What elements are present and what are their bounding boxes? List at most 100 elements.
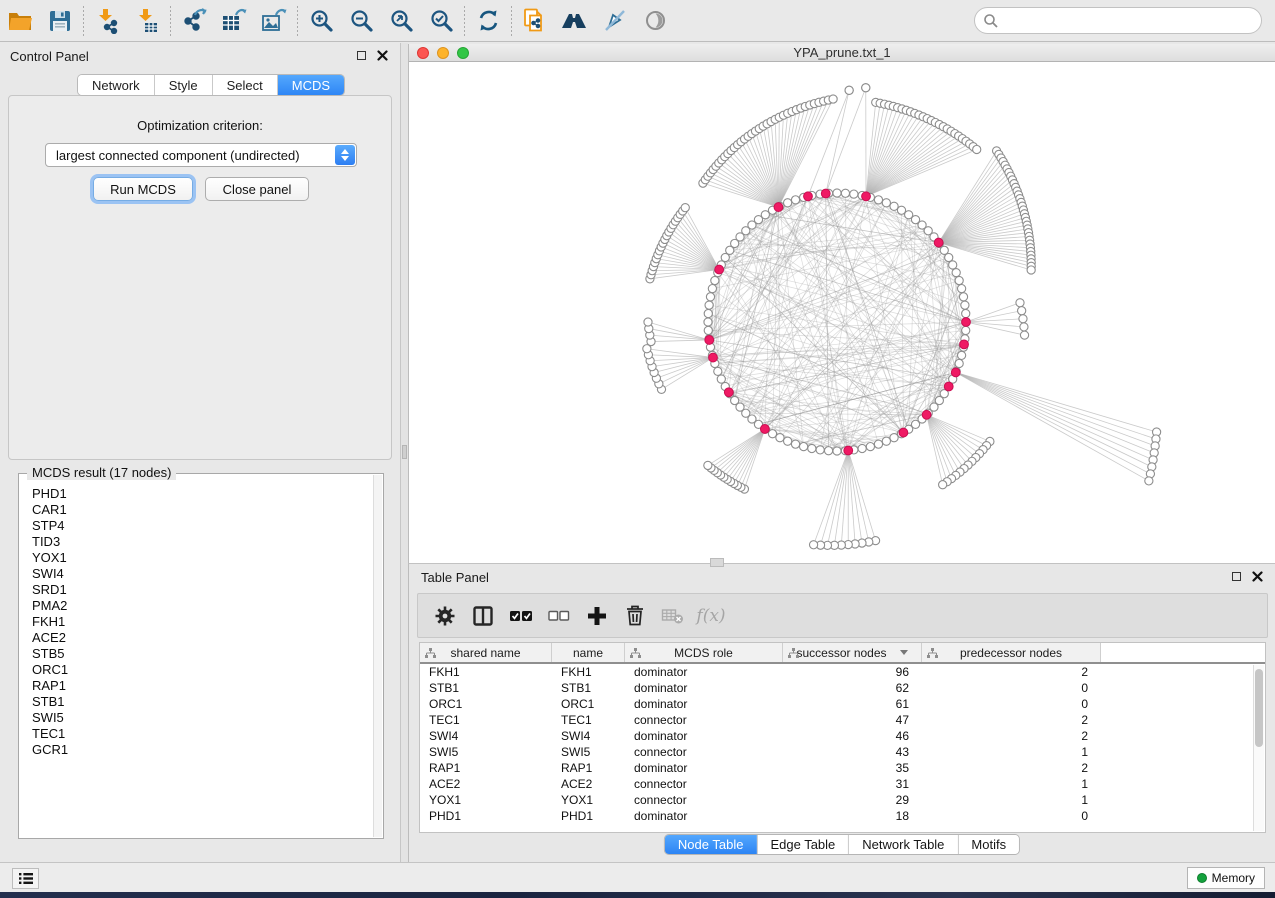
network-canvas[interactable] [409,62,1274,562]
mcds-list-scrollbar[interactable] [373,475,382,837]
table-row[interactable]: TEC1TEC1connector472 [420,712,1265,728]
mcds-result-item[interactable]: SWI4 [32,566,373,582]
close-panel-icon[interactable] [377,50,388,61]
checked-boxes-icon [509,609,533,623]
deselect-all-button[interactable] [540,597,578,635]
export-network-button[interactable] [174,3,214,39]
show-log-button[interactable] [12,868,39,889]
memory-label: Memory [1212,871,1255,885]
clone-network-button[interactable] [515,3,555,39]
mcds-result-item[interactable]: RAP1 [32,678,373,694]
network-window-titlebar[interactable]: YPA_prune.txt_1 [409,44,1275,62]
table-row[interactable]: RAP1RAP1dominator352 [420,760,1265,776]
table-row[interactable]: FKH1FKH1dominator962 [420,664,1265,680]
column-header-shared-name[interactable]: shared name [420,643,552,662]
tab-style[interactable]: Style [155,75,213,95]
column-header-MCDS-role[interactable]: MCDS role [625,643,783,662]
column-header-name[interactable]: name [552,643,625,662]
zoom-in-icon [309,8,334,33]
mcds-result-item[interactable]: PHD1 [32,486,373,502]
show-columns-button[interactable] [464,597,502,635]
control-panel-title: Control Panel [10,49,89,64]
mcds-result-item[interactable]: TEC1 [32,726,373,742]
splitter-grip[interactable] [402,445,407,459]
import-network-button[interactable] [87,3,127,39]
mcds-result-item[interactable]: FKH1 [32,614,373,630]
horizontal-splitter-grip[interactable] [710,558,724,567]
tab-node-table[interactable]: Node Table [665,835,758,854]
mcds-result-item[interactable]: STP4 [32,518,373,534]
table-cell: TEC1 [420,712,552,728]
mcds-result-item[interactable]: SWI5 [32,710,373,726]
list-icon [18,872,34,885]
toolbar-separator [297,6,298,36]
window-zoom-icon[interactable] [457,47,469,59]
hide-graphics-button[interactable] [595,3,635,39]
table-row[interactable]: SWI5SWI5connector431 [420,744,1265,760]
zoom-out-button[interactable] [341,3,381,39]
run-mcds-button[interactable]: Run MCDS [93,177,193,201]
criterion-select[interactable]: largest connected component (undirected) [45,143,357,167]
save-session-button[interactable] [40,3,80,39]
mcds-result-item[interactable]: GCR1 [32,742,373,758]
find-button[interactable] [555,3,595,39]
table-row[interactable]: STB1STB1dominator620 [420,680,1265,696]
table-row[interactable]: ORC1ORC1dominator610 [420,696,1265,712]
vertical-splitter[interactable] [401,43,408,862]
tab-network-table[interactable]: Network Table [849,835,958,854]
tab-network[interactable]: Network [78,75,155,95]
show-graphics-button[interactable] [635,3,675,39]
criterion-value: largest connected component (undirected) [56,148,300,163]
create-column-button[interactable] [578,597,616,635]
tree-icon [630,648,641,659]
export-table-button[interactable] [214,3,254,39]
apply-layout-button[interactable] [468,3,508,39]
tab-select[interactable]: Select [213,75,278,95]
search-input[interactable] [999,11,1261,31]
mcds-result-item[interactable]: STB1 [32,694,373,710]
zoom-fit-button[interactable] [381,3,421,39]
table-options-button[interactable] [426,597,464,635]
mcds-result-item[interactable]: STB5 [32,646,373,662]
mcds-result-item[interactable]: ACE2 [32,630,373,646]
float-panel-icon[interactable] [357,51,366,60]
function-builder-button[interactable]: f(x) [692,597,730,635]
delete-table-button[interactable] [654,597,692,635]
table-cell: dominator [625,696,783,712]
table-row[interactable]: YOX1YOX1connector291 [420,792,1265,808]
memory-button[interactable]: Memory [1187,867,1265,889]
select-all-button[interactable] [502,597,540,635]
import-table-button[interactable] [127,3,167,39]
close-panel-button[interactable]: Close panel [205,177,309,201]
zoom-selected-button[interactable] [421,3,461,39]
zoom-in-button[interactable] [301,3,341,39]
mcds-result-item[interactable]: SRD1 [32,582,373,598]
tab-edge-table[interactable]: Edge Table [757,835,849,854]
column-header-predecessor-nodes[interactable]: predecessor nodes [922,643,1101,662]
export-image-button[interactable] [254,3,294,39]
table-row[interactable]: PHD1PHD1dominator180 [420,808,1265,824]
table-cell: FKH1 [420,664,552,680]
tree-icon [425,648,436,659]
mcds-result-item[interactable]: YOX1 [32,550,373,566]
table-scrollbar[interactable] [1253,665,1264,831]
float-panel-icon[interactable] [1232,572,1241,581]
table-cell: 2 [922,760,1101,776]
table-cell: 1 [922,776,1101,792]
mcds-result-item[interactable]: CAR1 [32,502,373,518]
table-scrollbar-thumb[interactable] [1255,669,1263,747]
delete-column-button[interactable] [616,597,654,635]
table-cell: SWI4 [552,728,625,744]
mcds-result-item[interactable]: PMA2 [32,598,373,614]
window-close-icon[interactable] [417,47,429,59]
tab-motifs[interactable]: Motifs [958,835,1019,854]
column-header-successor-nodes[interactable]: successor nodes [783,643,922,662]
mcds-result-item[interactable]: ORC1 [32,662,373,678]
table-row[interactable]: ACE2ACE2connector311 [420,776,1265,792]
tab-mcds[interactable]: MCDS [278,75,344,95]
open-file-button[interactable] [0,3,40,39]
window-minimize-icon[interactable] [437,47,449,59]
table-row[interactable]: SWI4SWI4dominator462 [420,728,1265,744]
mcds-result-item[interactable]: TID3 [32,534,373,550]
close-panel-icon[interactable] [1252,571,1263,582]
